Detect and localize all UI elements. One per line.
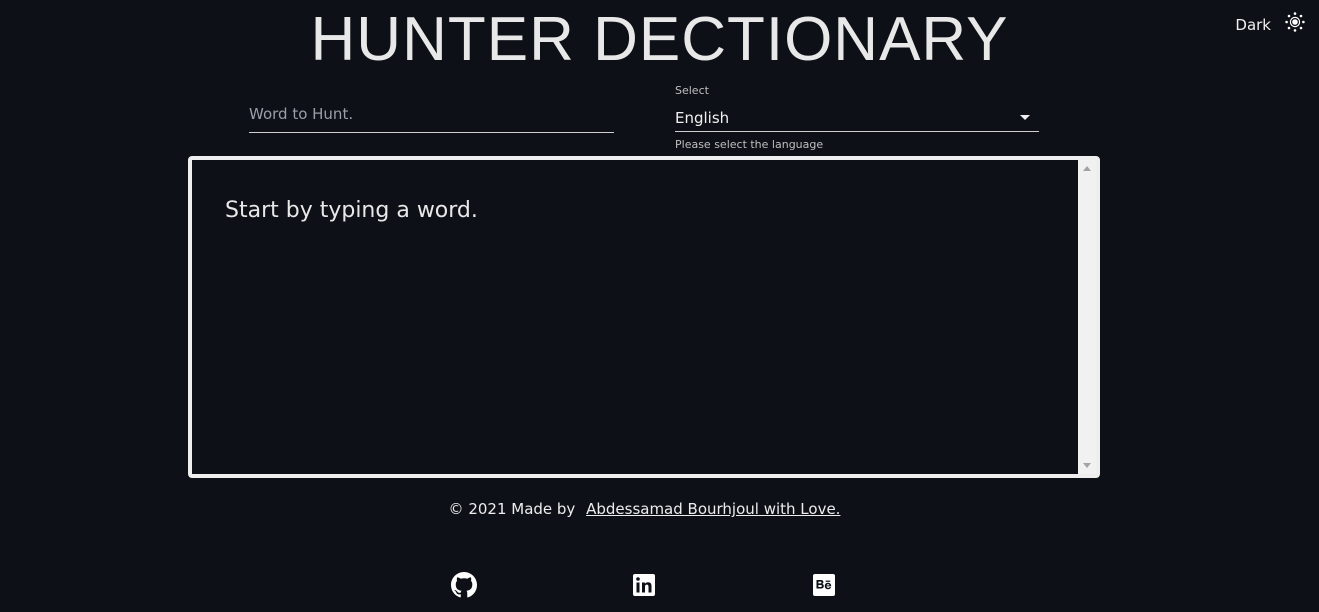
language-helper-text: Please select the language (675, 138, 824, 151)
word-search-field (249, 95, 614, 133)
footer-prefix: © 2021 Made by (448, 500, 576, 518)
chevron-down-icon (1020, 115, 1030, 120)
scroll-up-arrow-icon[interactable] (1083, 166, 1091, 171)
language-select-group: Select English Please select the languag… (675, 84, 1039, 151)
behance-icon[interactable] (811, 572, 837, 598)
linkedin-icon[interactable] (631, 572, 657, 598)
brightness-icon[interactable] (1285, 12, 1305, 32)
github-icon[interactable] (451, 572, 477, 598)
theme-toggle[interactable]: Dark (1235, 10, 1305, 34)
language-select[interactable]: English (675, 104, 1039, 132)
word-search-input[interactable] (249, 95, 614, 129)
footer-credit: © 2021 Made by Abdessamad Bourhjoul with… (0, 500, 1289, 518)
app-page: HUNTER DECTIONARY Dark Word to Hunt. Sel… (0, 0, 1319, 612)
page-title: HUNTER DECTIONARY (310, 5, 1009, 74)
scroll-down-arrow-icon[interactable] (1083, 463, 1091, 468)
definition-panel: Start by typing a word. (188, 156, 1100, 478)
language-select-value: English (675, 108, 730, 127)
author-link[interactable]: Abdessamad Bourhjoul with Love. (586, 500, 840, 518)
panel-scrollbar[interactable] (1078, 160, 1096, 474)
definition-placeholder: Start by typing a word. (225, 198, 478, 223)
language-select-label: Select (675, 84, 709, 97)
theme-label: Dark (1235, 16, 1271, 34)
